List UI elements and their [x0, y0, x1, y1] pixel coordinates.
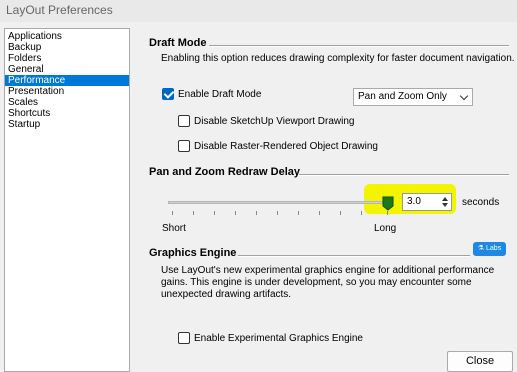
slider-max-label: Long: [374, 223, 397, 234]
spinner-arrows-icon[interactable]: [440, 195, 450, 209]
slider-tick: [298, 211, 299, 215]
redraw-delay-unit: seconds: [462, 197, 500, 208]
slider-tick: [319, 211, 320, 215]
sidebar: Applications Backup Folders General Perf…: [4, 28, 130, 372]
redraw-delay-input[interactable]: 3.0: [402, 193, 452, 211]
slider-tick: [387, 211, 388, 215]
sidebar-list: Applications Backup Folders General Perf…: [5, 29, 129, 130]
slider-tick: [277, 211, 278, 215]
labs-badge-label: Labs: [486, 245, 502, 252]
sidebar-item-backup[interactable]: Backup: [5, 42, 129, 53]
enable-draft-mode-label: Enable Draft Mode: [178, 89, 262, 100]
window-title: LayOut Preferences: [6, 3, 113, 17]
enable-experimental-engine-checkbox[interactable]: [178, 332, 190, 344]
close-button[interactable]: Close: [447, 351, 513, 372]
draft-mode-description: Enabling this option reduces drawing com…: [161, 53, 515, 64]
slider-tick: [340, 211, 341, 215]
redraw-delay-title: Pan and Zoom Redraw Delay: [149, 166, 300, 178]
graphics-engine-divider: [238, 255, 470, 257]
sidebar-item-scales[interactable]: Scales: [5, 97, 129, 108]
draft-mode-divider: [209, 45, 509, 47]
slider-tick: [235, 211, 236, 215]
redraw-delay-slider-track[interactable]: [168, 201, 392, 204]
draft-mode-select-value: Pan and Zoom Only: [358, 91, 447, 102]
sidebar-item-general[interactable]: General: [5, 64, 129, 75]
disable-sketchup-checkbox[interactable]: [178, 115, 190, 127]
disable-raster-label: Disable Raster-Rendered Object Drawing: [194, 141, 378, 152]
sidebar-item-startup[interactable]: Startup: [5, 119, 129, 130]
graphics-engine-description-3: unexpected drawing artifacts.: [161, 289, 292, 300]
graphics-engine-description-1: Use LayOut's new experimental graphics e…: [161, 265, 495, 276]
sidebar-item-presentation[interactable]: Presentation: [5, 86, 129, 97]
sidebar-item-applications[interactable]: Applications: [5, 31, 129, 42]
graphics-engine-description-2: gains. This engine is under development,…: [161, 277, 472, 288]
slider-tick: [361, 211, 362, 215]
sidebar-item-folders[interactable]: Folders: [5, 53, 129, 64]
slider-min-label: Short: [162, 223, 186, 234]
chevron-down-icon: [459, 91, 469, 101]
flask-icon: ⚗: [477, 245, 485, 252]
enable-experimental-engine-label: Enable Experimental Graphics Engine: [194, 333, 363, 344]
graphics-engine-title: Graphics Engine: [149, 247, 237, 259]
labs-badge: ⚗ Labs: [473, 242, 506, 256]
draft-mode-select[interactable]: Pan and Zoom Only: [353, 88, 473, 106]
slider-tick: [172, 211, 173, 215]
title-bar: LayOut Preferences: [0, 0, 517, 22]
draft-mode-title: Draft Mode: [149, 37, 207, 49]
disable-sketchup-label: Disable SketchUp Viewport Drawing: [194, 116, 355, 127]
redraw-delay-divider: [299, 174, 509, 176]
redraw-delay-slider-thumb[interactable]: [382, 196, 394, 211]
sidebar-item-performance[interactable]: Performance: [5, 75, 129, 86]
slider-tick: [256, 211, 257, 215]
slider-tick: [193, 211, 194, 215]
disable-raster-checkbox[interactable]: [178, 140, 190, 152]
enable-draft-mode-checkbox[interactable]: [162, 88, 174, 100]
sidebar-item-shortcuts[interactable]: Shortcuts: [5, 108, 129, 119]
redraw-delay-value: 3.0: [407, 196, 421, 207]
slider-tick: [214, 211, 215, 215]
